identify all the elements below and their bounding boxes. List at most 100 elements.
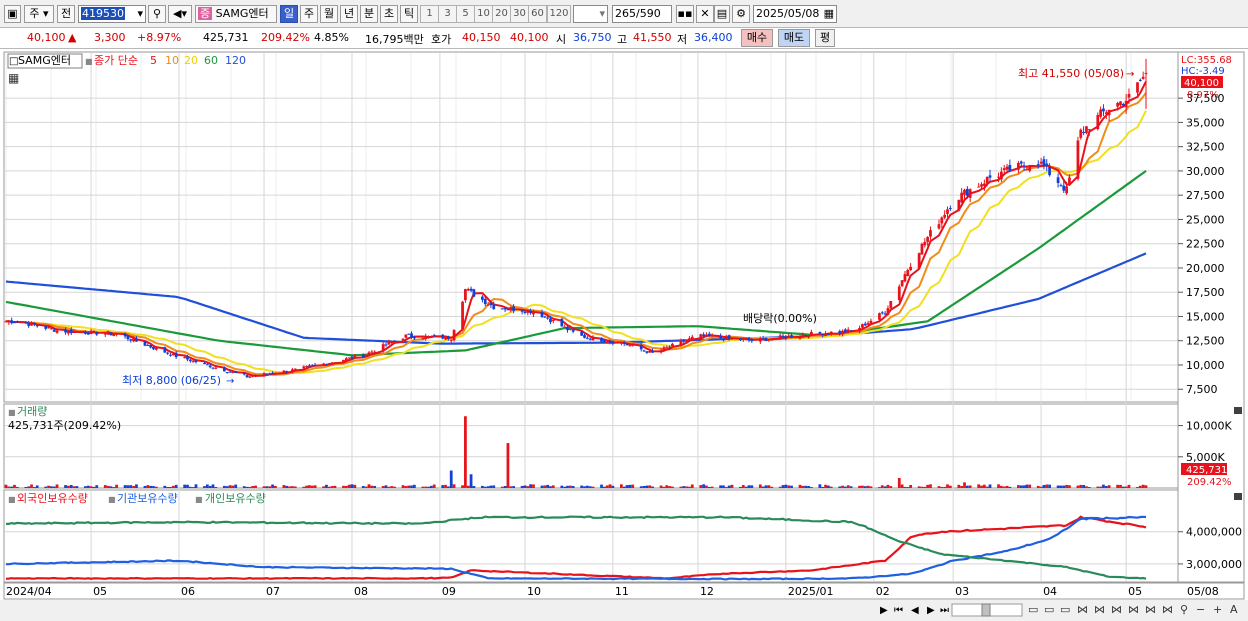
- zoom-out-icon[interactable]: −: [1196, 603, 1205, 616]
- candle-body: [968, 189, 972, 198]
- period-second-button[interactable]: 초: [380, 5, 398, 23]
- candle-body: [1136, 82, 1139, 93]
- chevron-down-icon[interactable]: ▾: [137, 6, 143, 22]
- tool-icon-5[interactable]: ⋈: [1145, 603, 1156, 616]
- volume-bar: [1002, 486, 1006, 488]
- x-axis-label: 08: [354, 585, 368, 598]
- search-icon[interactable]: ⚲: [148, 5, 166, 23]
- candle-body: [923, 241, 927, 246]
- candle-body: [149, 344, 153, 348]
- volume-bar: [44, 486, 48, 488]
- table-grid-icon[interactable]: ▦: [8, 71, 19, 85]
- tool-icon-2[interactable]: ⋈: [1094, 603, 1105, 616]
- volume-bar: [486, 486, 490, 488]
- candle-body: [727, 335, 731, 339]
- first-icon[interactable]: ⏮: [894, 605, 903, 616]
- legend-ma60: 60: [204, 54, 218, 67]
- volume-bar: [205, 484, 209, 488]
- interval-1-button[interactable]: 1: [420, 5, 439, 23]
- x-axis-label: 11: [615, 585, 629, 598]
- period-day-button[interactable]: 일: [280, 5, 298, 23]
- interval-60-button[interactable]: 60: [528, 5, 547, 23]
- zoom-slider-handle[interactable]: [981, 603, 991, 617]
- candle-body: [659, 350, 663, 353]
- interval-3-button[interactable]: 3: [438, 5, 457, 23]
- last-icon[interactable]: ⏭: [940, 605, 949, 616]
- gear-icon[interactable]: ⚙: [732, 5, 750, 23]
- count-input[interactable]: 265/590: [612, 5, 672, 23]
- next-icon[interactable]: ▶: [927, 605, 935, 616]
- stock-name-field[interactable]: 증 SAMG엔터: [195, 5, 277, 23]
- interval-20-button[interactable]: 20: [492, 5, 511, 23]
- candle-body: [13, 322, 16, 324]
- volume-bar: [288, 486, 291, 488]
- period-week-button[interactable]: 주: [300, 5, 318, 23]
- font-size-icon[interactable]: A: [1230, 603, 1238, 616]
- candle-body: [1119, 101, 1122, 106]
- zoom-icon[interactable]: ⚲: [1180, 603, 1188, 616]
- crosshair-icon[interactable]: ✕: [696, 5, 714, 23]
- layout-icon-1[interactable]: ▭: [1028, 603, 1038, 616]
- prev-button[interactable]: 전: [57, 5, 75, 23]
- layout-icon-2[interactable]: ▭: [1044, 603, 1054, 616]
- stock-code-input[interactable]: 419530 ▾: [78, 5, 146, 23]
- volume-bar: [327, 486, 331, 488]
- chart-window-icon[interactable]: ▣: [4, 5, 21, 23]
- chevron-down-icon[interactable]: ▾: [599, 6, 605, 22]
- volume-bar: [781, 485, 785, 488]
- prev-icon[interactable]: ◀: [911, 605, 919, 616]
- interval-120-button[interactable]: 120: [547, 5, 571, 23]
- sell-button[interactable]: 매도: [778, 29, 810, 47]
- volume-bar: [72, 486, 76, 488]
- close-panel-icon[interactable]: [1234, 493, 1242, 500]
- close-panel-icon[interactable]: [1234, 407, 1242, 414]
- market-dropdown[interactable]: 주 ▾: [24, 5, 54, 23]
- candle-body: [937, 224, 941, 229]
- save-icon[interactable]: ▤: [714, 5, 730, 23]
- category-badge: 증: [198, 7, 213, 20]
- candle-body: [27, 323, 31, 326]
- buy-button[interactable]: 매수: [741, 29, 773, 47]
- tool-icon-6[interactable]: ⋈: [1162, 603, 1173, 616]
- tool-icon-1[interactable]: ⋈: [1077, 603, 1088, 616]
- candle-body: [424, 335, 428, 340]
- evaluate-button[interactable]: 평: [815, 29, 835, 47]
- tool-icon-3[interactable]: ⋈: [1111, 603, 1122, 616]
- candle-body: [222, 367, 226, 372]
- interval-30-button[interactable]: 30: [510, 5, 529, 23]
- volume-bar: [838, 486, 842, 488]
- interval-10-button[interactable]: 10: [474, 5, 493, 23]
- volume-bar: [373, 485, 377, 488]
- candle-body: [1127, 93, 1131, 98]
- candle-body: [191, 360, 195, 362]
- candle-body: [404, 334, 408, 338]
- tool-icon-4[interactable]: ⋈: [1128, 603, 1139, 616]
- candle-body: [750, 339, 754, 341]
- volume-bar: [846, 485, 850, 488]
- period-minute-button[interactable]: 분: [360, 5, 378, 23]
- candle-body: [1144, 72, 1148, 74]
- period-tick-button[interactable]: 틱: [400, 5, 418, 23]
- compress-icon[interactable]: ▪▪: [676, 5, 694, 23]
- custom-interval-dropdown[interactable]: ▾: [573, 5, 608, 23]
- play-icon[interactable]: ▶: [880, 605, 888, 616]
- current-price: 40,100: [27, 31, 66, 44]
- date-input[interactable]: 2025/05/08 ▦: [753, 5, 837, 23]
- zoom-in-icon[interactable]: +: [1213, 603, 1222, 616]
- calendar-icon[interactable]: ▦: [824, 6, 834, 22]
- volume-bar: [526, 486, 530, 488]
- candle-body: [611, 341, 615, 344]
- period-month-button[interactable]: 월: [320, 5, 338, 23]
- candle-body: [903, 274, 907, 282]
- speaker-icon[interactable]: ◀▾: [168, 5, 192, 23]
- candle-body: [648, 350, 652, 353]
- volume-bar: [863, 486, 867, 488]
- layout-icon-3[interactable]: ▭: [1060, 603, 1070, 616]
- interval-5-button[interactable]: 5: [456, 5, 475, 23]
- candle-body: [132, 338, 135, 342]
- volume-bar: [163, 485, 167, 488]
- volume-bar: [645, 485, 649, 488]
- candle-body: [444, 336, 447, 340]
- period-year-button[interactable]: 년: [340, 5, 358, 23]
- candle-body: [1107, 109, 1111, 116]
